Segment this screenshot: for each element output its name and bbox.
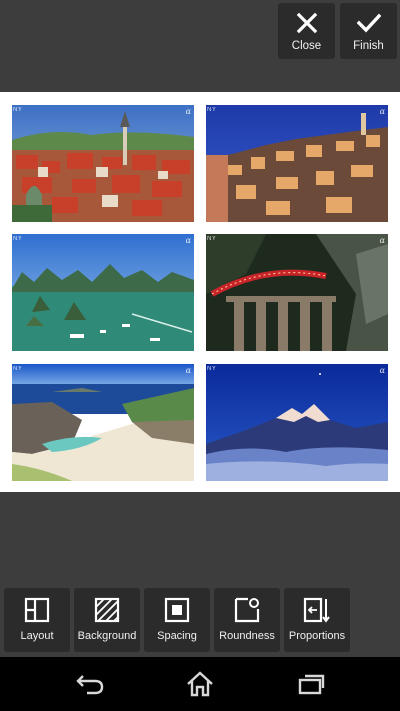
collage-photo-coast[interactable]: NY α [12, 364, 194, 481]
bay-photo [12, 234, 194, 351]
photo-watermark: α [379, 107, 385, 116]
collage-photo-dusk-city[interactable]: NY α [206, 105, 388, 222]
photo-watermark: α [185, 236, 191, 245]
photo-watermark: α [379, 366, 385, 375]
close-icon [296, 12, 317, 34]
coast-photo [12, 364, 194, 481]
spacing-label: Spacing [157, 630, 197, 642]
layout-button[interactable]: Layout [4, 588, 70, 652]
system-navigation-bar [0, 657, 400, 711]
photo-brand-mark: NY [13, 107, 23, 113]
photo-brand-mark: NY [13, 366, 23, 372]
mountain-photo [206, 364, 388, 481]
roundness-label: Roundness [219, 630, 275, 642]
proportions-button[interactable]: Proportions [284, 588, 350, 652]
background-label: Background [77, 630, 137, 642]
photo-brand-mark: NY [207, 236, 217, 242]
collage-canvas[interactable]: NY α NY α NY α NY α NY α NY α [0, 92, 400, 492]
photo-watermark: α [185, 366, 191, 375]
finish-label: Finish [353, 40, 384, 52]
spacing-icon [164, 597, 190, 623]
top-action-bar: Close Finish [0, 0, 400, 92]
viaduct-photo [206, 234, 388, 351]
town-photo [12, 105, 194, 222]
photo-brand-mark: NY [13, 236, 23, 242]
checkmark-icon [356, 13, 381, 33]
proportions-label: Proportions [288, 630, 346, 642]
layout-label: Layout [20, 630, 54, 642]
photo-brand-mark: NY [207, 107, 217, 113]
home-button[interactable] [170, 665, 230, 703]
layout-icon [24, 597, 50, 623]
collage-photo-town[interactable]: NY α [12, 105, 194, 222]
collage-photo-viaduct[interactable]: NY α [206, 234, 388, 351]
photo-watermark: α [379, 236, 385, 245]
dusk-city-photo [206, 105, 388, 222]
close-label: Close [291, 40, 322, 52]
edit-toolbar: Layout Background Spacing Roundness Prop… [0, 586, 400, 656]
background-icon [94, 597, 120, 623]
close-button[interactable]: Close [278, 3, 335, 59]
collage-photo-bay[interactable]: NY α [12, 234, 194, 351]
background-button[interactable]: Background [74, 588, 140, 652]
recent-apps-icon [298, 674, 325, 695]
recent-apps-button[interactable] [281, 665, 341, 703]
photo-watermark: α [185, 107, 191, 116]
spacing-button[interactable]: Spacing [144, 588, 210, 652]
photo-brand-mark: NY [207, 366, 217, 372]
roundness-button[interactable]: Roundness [214, 588, 280, 652]
back-icon [76, 675, 104, 695]
collage-photo-mountains[interactable]: NY α [206, 364, 388, 481]
finish-button[interactable]: Finish [340, 3, 397, 59]
back-button[interactable] [60, 665, 120, 703]
roundness-icon [234, 597, 260, 623]
home-icon [187, 671, 213, 697]
proportions-icon [303, 597, 330, 623]
